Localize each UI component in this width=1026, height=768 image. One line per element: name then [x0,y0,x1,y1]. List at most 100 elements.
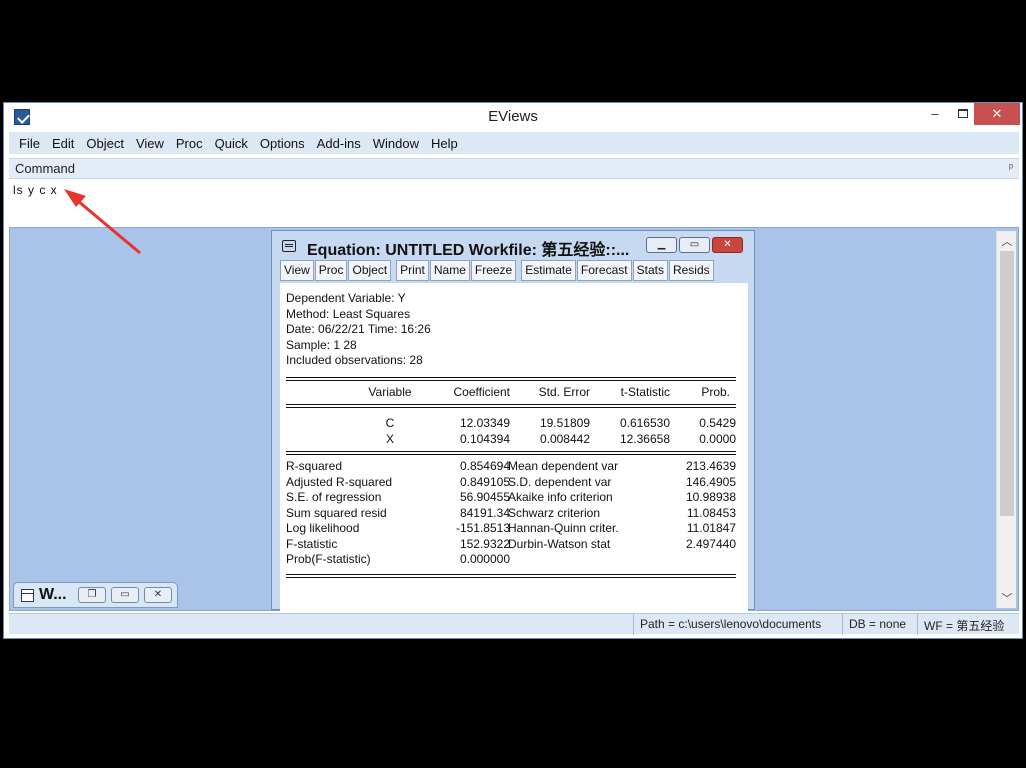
command-text[interactable]: ls y c x [13,183,58,197]
toolbar-forecast-button[interactable]: Forecast [576,260,632,281]
menu-proc[interactable]: Proc [170,136,209,151]
title-bar: EViews – ✕ [4,103,1022,131]
menu-bar: File Edit Object View Proc Quick Options… [9,132,1019,154]
status-db: DB = none [842,614,912,635]
stat-label: Log likelihood [286,521,360,535]
stat-value-2: 146.4905 [685,474,736,489]
status-bar: Path = c:\users\lenovo\documents DB = no… [9,613,1019,635]
equation-output-panel: Dependent Variable: Y Method: Least Squa… [280,283,748,611]
equation-window-title: Equation: UNTITLED Workfile: 第五经验::... [307,242,630,259]
command-input-area[interactable]: ls y c x [9,180,1019,226]
scrollbar-thumb[interactable] [1000,251,1014,516]
stat-value-2: 213.4639 [685,459,736,473]
menu-object[interactable]: Object [80,136,130,151]
stat-value: 0.849105 [459,474,510,489]
menu-add-ins[interactable]: Add-ins [311,136,367,151]
toolbar-proc-button[interactable]: Proc [314,260,348,281]
table-row: Log likelihood -151.8513 Hannan-Quinn cr… [286,521,736,537]
regression-output: Dependent Variable: Y Method: Least Squa… [286,291,736,578]
coef-prob: 0.5429 [699,416,736,430]
table-row: R-squared 0.854694 Mean dependent var 21… [286,459,736,475]
stat-label-2: Akaike info criterion [508,490,613,504]
toolbar-stats-button[interactable]: Stats [632,260,668,281]
menu-help[interactable]: Help [425,136,464,151]
command-label: Command [15,161,75,176]
stat-label: Sum squared resid [286,505,387,520]
col-std-error: Std. Error [538,384,590,399]
stat-label-2: Mean dependent var [508,459,619,473]
stat-label: S.E. of regression [286,490,382,504]
equation-icon [282,240,296,252]
toolbar-name-button[interactable]: Name [429,260,470,281]
table-row: Sum squared resid 84191.34 Schwarz crite… [286,506,736,522]
menu-window[interactable]: Window [367,136,425,151]
stat-label-2: Schwarz criterion [508,505,601,520]
table-divider [286,451,736,455]
toolbar-print-button[interactable]: Print [396,260,429,281]
scroll-up-icon[interactable]: ︿ [997,233,1017,249]
stat-value: 0.000000 [459,552,510,566]
stat-label: R-squared [286,459,343,473]
stat-value-2: 10.98938 [685,490,736,504]
close-window-button[interactable]: ✕ [144,587,172,603]
status-workfile: WF = 第五经验 [917,614,1010,635]
app-title: EViews [488,108,538,125]
close-button[interactable]: ✕ [974,103,1020,125]
command-pane-header: Command ᵖ [9,158,1019,179]
minimized-workfile-window[interactable]: W... ❐ ▭ ✕ [13,582,178,608]
stat-value: -151.8513 [455,521,510,535]
equation-minimize-button[interactable]: ▁ [646,237,677,253]
col-prob: Prob. [701,384,730,399]
menu-file[interactable]: File [13,136,46,151]
vertical-scrollbar[interactable]: ︿ ﹀ [996,231,1016,608]
menu-options[interactable]: Options [254,136,311,151]
coef-t-stat: 12.36658 [619,431,670,446]
stat-value-2: 2.497440 [685,536,736,551]
table-row: Prob(F-statistic) 0.000000 [286,552,736,568]
maximize-window-button[interactable]: ▭ [111,587,139,603]
stat-value: 56.90455 [459,490,510,504]
scroll-down-icon[interactable]: ﹀ [997,590,1017,606]
coef-prob: 0.0000 [699,431,736,446]
header-sample: Sample: 1 28 [286,337,357,352]
menu-view[interactable]: View [130,136,170,151]
stat-value: 84191.34 [459,505,510,520]
coef-std-error: 19.51809 [539,416,590,430]
stat-label-2: S.D. dependent var [508,474,612,489]
header-observations: Included observations: 28 [286,353,423,367]
menu-edit[interactable]: Edit [46,136,80,151]
coef-header-row: Variable Coefficient Std. Error t-Statis… [286,385,736,401]
stat-value: 152.9322 [459,536,510,551]
table-row: F-statistic 152.9322 Durbin-Watson stat … [286,537,736,553]
coef-value: 0.104394 [459,431,510,446]
stat-label-2: Durbin-Watson stat [508,536,611,551]
menu-quick[interactable]: Quick [209,136,254,151]
table-divider [286,376,736,381]
equation-window: Equation: UNTITLED Workfile: 第五经验::... ▁… [271,230,755,611]
header-date-time: Date: 06/22/21 Time: 16:26 [286,322,431,336]
col-coefficient: Coefficient [453,384,510,399]
toolbar-estimate-button[interactable]: Estimate [521,260,576,281]
coef-t-stat: 0.616530 [619,416,670,430]
restore-button[interactable]: ❐ [78,587,106,603]
minimized-window-title: W... [39,586,67,603]
toolbar-freeze-button[interactable]: Freeze [470,260,517,281]
stat-value: 0.854694 [459,459,510,473]
stat-label-2: Hannan-Quinn criter. [508,521,619,535]
pin-icon[interactable]: ᵖ [1009,162,1013,174]
table-row: C 12.03349 19.51809 0.616530 0.5429 [286,416,736,432]
col-t-statistic: t-Statistic [620,384,670,399]
eviews-app-window: EViews – ✕ File Edit Object View Proc Qu… [3,102,1023,639]
minimize-button[interactable]: – [922,103,948,125]
toolbar-view-button[interactable]: View [280,260,314,281]
header-method: Method: Least Squares [286,306,411,321]
toolbar-resids-button[interactable]: Resids [668,260,714,281]
equation-maximize-button[interactable]: ▭ [679,237,710,253]
maximize-button[interactable] [950,103,976,125]
stat-label: F-statistic [286,536,338,551]
toolbar-object-button[interactable]: Object [348,260,392,281]
stat-value-2: 11.01847 [686,521,736,535]
coef-variable: C [385,416,395,430]
table-divider [286,404,736,408]
equation-close-button[interactable]: ✕ [712,237,743,253]
